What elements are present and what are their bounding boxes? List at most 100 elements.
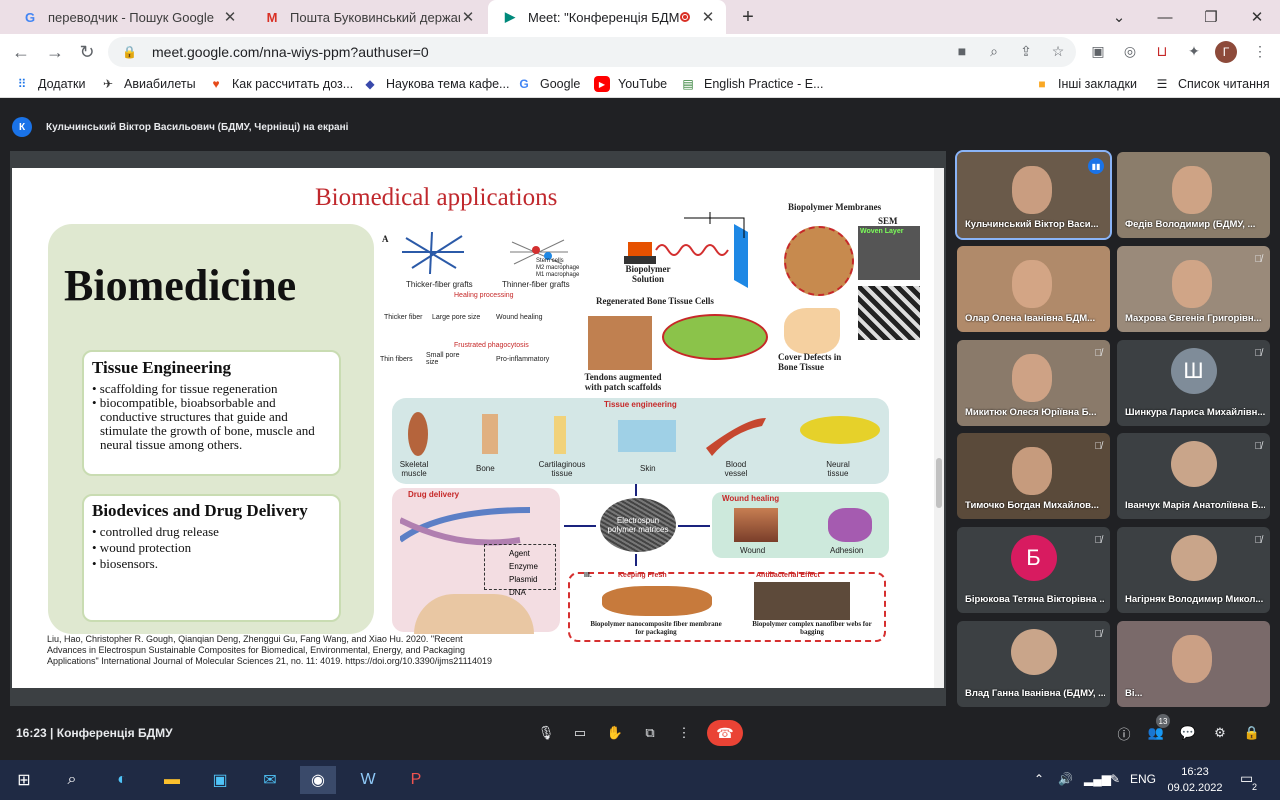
- gmail-icon: M: [266, 9, 278, 25]
- zoom-icon[interactable]: ⌕: [984, 43, 1004, 60]
- card-title: Tissue Engineering: [92, 358, 232, 377]
- lock-icon: 🔒: [122, 45, 137, 59]
- network-icon[interactable]: ▂▄▆: [1084, 772, 1111, 786]
- participant-name: Микитюк Олеся Юріївна Б...: [965, 407, 1097, 418]
- other-bookmarks[interactable]: ■ Інші закладки: [1034, 76, 1137, 92]
- extension-icon[interactable]: ⊔: [1152, 43, 1172, 60]
- clock-time: 16:23: [1181, 766, 1209, 778]
- restore-button[interactable]: ❐: [1188, 0, 1234, 34]
- word-icon[interactable]: W: [350, 766, 386, 794]
- camera-icon[interactable]: ■: [952, 43, 972, 59]
- fig-label: Biopolymer nanocomposite fiber membrane …: [590, 620, 722, 636]
- chrome-icon[interactable]: ◉: [300, 766, 336, 794]
- close-tab-icon[interactable]: ✕: [460, 8, 476, 26]
- store-icon[interactable]: ▣: [202, 766, 238, 794]
- tray-overflow-icon[interactable]: ⌃: [1034, 772, 1044, 786]
- participant-tile[interactable]: Іванчук Марія Анатоліївна Б... 🎙̸: [1117, 433, 1270, 519]
- host-controls-button[interactable]: 🔒: [1240, 722, 1264, 744]
- tab-title: Пошта Буковинський державн: [290, 9, 460, 25]
- participant-name: Іванчук Марія Анатоліївна Б...: [1125, 500, 1265, 511]
- present-button[interactable]: ⧉: [638, 722, 662, 744]
- fig-label: Woven Layer: [860, 228, 904, 235]
- bookmark-item[interactable]: ✈ Авиабилеты: [100, 76, 196, 92]
- reload-button[interactable]: ↻: [74, 40, 100, 64]
- start-button[interactable]: ⊞: [6, 766, 42, 794]
- profile-avatar[interactable]: Г: [1215, 41, 1237, 63]
- bookmark-label: Как рассчитать доз...: [232, 77, 354, 91]
- forward-button[interactable]: →: [42, 40, 68, 64]
- volume-icon[interactable]: 🔊: [1058, 772, 1073, 786]
- bookmark-item[interactable]: ▶ YouTube: [594, 76, 667, 92]
- tab-google-search[interactable]: G переводчик - Пошук Google ✕: [8, 0, 248, 34]
- fig-label: Thicker-fiber grafts: [406, 280, 473, 289]
- extension-icon[interactable]: ◎: [1120, 43, 1140, 60]
- bookmark-item[interactable]: G Google: [516, 76, 580, 92]
- participant-video: [1012, 354, 1052, 402]
- participant-tile[interactable]: Ві...: [1117, 621, 1270, 707]
- activities-button[interactable]: ⚙: [1208, 722, 1232, 744]
- clock-date: 09.02.2022: [1167, 782, 1223, 794]
- card-bullet: • wound protection: [92, 540, 192, 555]
- url-text[interactable]: meet.google.com/nna-wiys-ppm?authuser=0: [152, 44, 429, 60]
- microphone-button[interactable]: 🎙: [534, 722, 558, 744]
- tab-search-button[interactable]: ⌄: [1096, 0, 1142, 34]
- participant-tile[interactable]: Нагірняк Володимир Микол... 🎙̸: [1117, 527, 1270, 613]
- close-tab-icon[interactable]: ✕: [222, 8, 238, 26]
- file-explorer-icon[interactable]: ▬: [154, 766, 190, 794]
- reading-list[interactable]: ☰ Список читання: [1154, 76, 1270, 92]
- tissue-engineering-card: Tissue Engineering • scaffolding for tis…: [82, 350, 341, 476]
- participant-tile[interactable]: Тимочко Богдан Михайлов... 🎙̸: [957, 433, 1110, 519]
- extensions-puzzle-icon[interactable]: ✦: [1184, 43, 1204, 60]
- meeting-details-icon[interactable]: ⓘ: [1112, 722, 1136, 744]
- new-tab-button[interactable]: +: [726, 0, 770, 34]
- mail-icon[interactable]: ✉: [252, 766, 288, 794]
- omnibox[interactable]: 🔒 meet.google.com/nna-wiys-ppm?authuser=…: [108, 37, 1076, 67]
- pen-icon[interactable]: ✎: [1110, 772, 1120, 786]
- fig-label: Wound healing: [722, 494, 780, 503]
- bookmark-star-icon[interactable]: ☆: [1048, 43, 1068, 60]
- edge-icon[interactable]: ◐: [104, 766, 140, 794]
- participant-tile[interactable]: Микитюк Олеся Юріївна Б... 🎙̸: [957, 340, 1110, 426]
- language-indicator[interactable]: ENG: [1130, 772, 1156, 786]
- camera-button[interactable]: ▭: [568, 722, 592, 744]
- extension-icon[interactable]: ▣: [1088, 43, 1108, 60]
- fig-label: Biopolymer complex nanofiber webs for ba…: [752, 620, 872, 636]
- scroll-thumb[interactable]: [936, 458, 942, 508]
- chat-button[interactable]: 💬: [1176, 722, 1200, 744]
- mic-muted-icon: 🎙̸: [1254, 348, 1263, 359]
- fig-label: Enzyme: [509, 562, 538, 571]
- participant-name: Тимочко Богдан Михайлов...: [965, 500, 1099, 511]
- clock[interactable]: 16:23 09.02.2022: [1160, 764, 1230, 796]
- bookmark-item[interactable]: ◆ Наукова тема кафе...: [362, 76, 509, 92]
- mic-muted-icon: 🎙̸: [1094, 441, 1103, 452]
- wound-image: [734, 508, 778, 542]
- participant-tile[interactable]: Влад Ганна Іванівна (БДМУ, ... 🎙̸: [957, 621, 1110, 707]
- powerpoint-icon[interactable]: P: [398, 766, 434, 794]
- participant-tile[interactable]: Кульчинський Віктор Васи... ▮▮: [955, 150, 1112, 240]
- more-options-button[interactable]: ⋮: [672, 722, 696, 744]
- participant-tile[interactable]: Ш Шинкура Лариса Михайлівн... 🎙̸: [1117, 340, 1270, 426]
- bookmark-apps[interactable]: ⠿ Додатки: [14, 76, 86, 92]
- tab-meet[interactable]: ▶ Meet: "Конференція БДМУ" ✕: [488, 0, 726, 34]
- share-icon[interactable]: ⇪: [1016, 43, 1036, 60]
- participant-tile[interactable]: Федів Володимир (БДМУ, ...: [1117, 152, 1270, 238]
- raise-hand-button[interactable]: ✋: [603, 722, 627, 744]
- tab-mail[interactable]: M Пошта Буковинський державн ✕: [250, 0, 486, 34]
- close-window-button[interactable]: ✕: [1234, 0, 1280, 34]
- fig-label: Tendons augmented with patch scaffolds: [584, 372, 662, 392]
- back-button[interactable]: ←: [8, 40, 34, 64]
- tissue-illustrations: [408, 412, 880, 456]
- participant-tile[interactable]: Б Бірюкова Тетяна Вікторівна ... 🎙̸: [957, 527, 1110, 613]
- search-icon[interactable]: ⌕: [54, 766, 90, 794]
- end-call-button[interactable]: ☎: [707, 720, 743, 746]
- menu-kebab-icon[interactable]: ⋮: [1250, 43, 1270, 60]
- bookmark-item[interactable]: ▤ English Practice - E...: [680, 76, 823, 92]
- minimize-button[interactable]: —: [1142, 0, 1188, 34]
- participant-tile[interactable]: Олар Олена Іванівна БДМ...: [957, 246, 1110, 332]
- close-tab-icon[interactable]: ✕: [700, 8, 716, 26]
- participant-tile[interactable]: Махрова Євгенія Григорівн... 🎙̸: [1117, 246, 1270, 332]
- participant-video: [1172, 635, 1212, 683]
- presenting-label: Кульчинський Віктор Васильович (БДМУ, Че…: [46, 121, 349, 133]
- slide-scrollbar[interactable]: [934, 168, 944, 688]
- bookmark-item[interactable]: ♥ Как рассчитать доз...: [208, 76, 353, 92]
